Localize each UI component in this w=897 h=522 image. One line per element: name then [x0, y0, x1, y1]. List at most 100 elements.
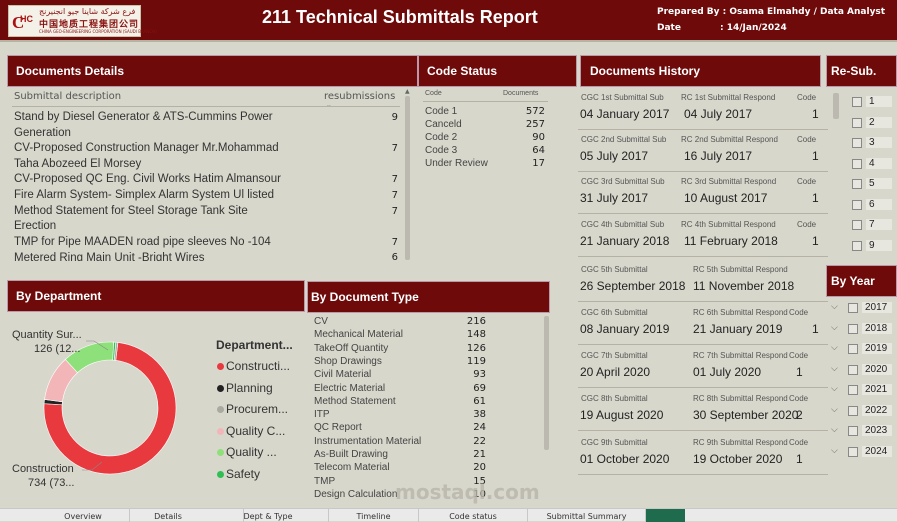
doctype-row-label[interactable]: Mechanical Material	[314, 329, 403, 340]
tab-5[interactable]: Submittal Summary	[528, 509, 646, 522]
col-submittal-description[interactable]: Submittal description	[14, 91, 121, 102]
department-donut-chart[interactable]	[40, 338, 180, 478]
code-row-label[interactable]: Code 1	[425, 106, 457, 117]
resub-checkbox[interactable]	[852, 220, 862, 230]
code-row-count: 572	[525, 106, 545, 117]
resub-checkbox[interactable]	[852, 138, 862, 148]
resub-option-label[interactable]: 1	[866, 96, 892, 107]
tab-2[interactable]: Dept & Type	[208, 509, 329, 522]
year-option-label[interactable]: 2019	[862, 343, 892, 354]
legend-item[interactable]: Quality C...	[226, 424, 285, 438]
list-item[interactable]: Stand by Diesel Generator & ATS-Cummins …	[14, 111, 273, 123]
year-checkbox[interactable]	[848, 303, 858, 313]
year-checkbox[interactable]	[848, 426, 858, 436]
chevron-down-icon[interactable]: ⌵	[831, 364, 838, 374]
page-title: 211 Technical Submittals Report	[262, 7, 538, 27]
code-row-label[interactable]: Canceld	[425, 119, 462, 130]
resub-option-label[interactable]: 2	[866, 116, 892, 128]
resub-checkbox[interactable]	[852, 158, 862, 169]
chevron-down-icon[interactable]: ⌵	[831, 425, 838, 435]
resub-checkbox[interactable]	[852, 199, 862, 210]
tab-4[interactable]: Code status	[419, 509, 528, 522]
doctype-row-label[interactable]: QC Report	[314, 422, 362, 433]
tab-active-indicator[interactable]	[646, 509, 685, 522]
history-code-value: 2	[796, 408, 803, 422]
chevron-down-icon[interactable]: ⌵	[831, 343, 838, 353]
doctype-row-label[interactable]: Instrumentation Material	[314, 436, 421, 447]
resub-option-label[interactable]: 7	[866, 219, 892, 230]
legend-swatch	[217, 406, 224, 413]
code-row-label[interactable]: Code 2	[425, 132, 457, 143]
details-scrollbar[interactable]	[405, 96, 410, 260]
doctype-row-label[interactable]: TMP	[314, 476, 335, 487]
doctype-row-label[interactable]: Telecom Material	[314, 462, 390, 473]
resub-option-label[interactable]: 3	[866, 137, 892, 148]
resub-checkbox[interactable]	[852, 240, 862, 251]
legend-item[interactable]: Constructi...	[226, 359, 290, 373]
col-resubmissions[interactable]: resubmissions	[324, 91, 395, 102]
year-checkbox[interactable]	[848, 405, 858, 416]
chevron-down-icon[interactable]: ⌵	[831, 384, 838, 394]
scroll-up-icon[interactable]: ▲	[405, 88, 410, 95]
doctype-row-label[interactable]: TakeOff Quantity	[314, 343, 388, 354]
resub-option-label[interactable]: 5	[866, 178, 892, 189]
list-item[interactable]: Metered Ring Main Unit -Bright Wires	[14, 252, 204, 261]
history-sub-date: 20 April 2020	[580, 365, 651, 379]
doctype-row-label[interactable]: Method Statement	[314, 396, 396, 407]
chevron-down-icon[interactable]: ⌵	[831, 302, 838, 312]
doctype-row-label[interactable]: Civil Material	[314, 369, 371, 380]
list-item[interactable]: Fire Alarm System- Simplex Alarm System …	[14, 189, 274, 201]
chevron-down-icon[interactable]: ⌵	[831, 405, 838, 415]
doctype-row-label[interactable]: As-Built Drawing	[314, 449, 388, 460]
resub-checkbox[interactable]	[852, 179, 862, 189]
list-item[interactable]: TMP for Pipe MAADEN road pipe sleeves No…	[14, 236, 271, 248]
doctype-scrollbar[interactable]	[544, 316, 549, 450]
resub-option-label[interactable]: 6	[866, 198, 892, 210]
legend-item[interactable]: Quality ...	[226, 445, 277, 459]
year-option-label[interactable]: 2021	[862, 384, 892, 395]
history-resp-label: RC 2nd Submittal Respond	[681, 135, 778, 144]
list-item[interactable]: Method Statement for Steel Storage Tank …	[14, 205, 248, 217]
tab-3[interactable]: Timeline	[329, 509, 419, 522]
legend-item[interactable]: Planning	[226, 381, 273, 395]
doctype-row-label[interactable]: CV	[314, 316, 328, 327]
year-checkbox[interactable]	[848, 385, 858, 395]
chevron-down-icon[interactable]: ⌵	[831, 323, 838, 333]
col-documents[interactable]: Documents	[503, 90, 538, 97]
history-resp-date: 11 February 2018	[684, 234, 778, 248]
year-option-label[interactable]: 2018	[862, 322, 892, 334]
history-scrollbar[interactable]	[833, 93, 839, 119]
resub-checkbox[interactable]	[852, 97, 862, 107]
doctype-row-label[interactable]: Electric Material	[314, 383, 385, 394]
year-checkbox[interactable]	[848, 364, 858, 375]
col-code[interactable]: Code	[425, 90, 442, 97]
year-checkbox[interactable]	[848, 323, 858, 334]
chevron-down-icon[interactable]: ⌵	[831, 446, 838, 456]
resub-option-label[interactable]: 4	[866, 157, 892, 169]
list-item[interactable]: CV-Proposed QC Eng. Civil Works Hatim Al…	[14, 173, 281, 185]
list-value: 7	[391, 190, 398, 201]
legend-item[interactable]: Safety	[226, 467, 260, 481]
doctype-row-label[interactable]: Shop Drawings	[314, 356, 382, 367]
code-row-label[interactable]: Code 3	[425, 145, 457, 156]
sort-desc-icon[interactable]: ⌄	[326, 101, 332, 109]
year-checkbox[interactable]	[848, 344, 858, 354]
year-option-label[interactable]: 2023	[862, 425, 892, 436]
legend-item[interactable]: Procurem...	[226, 402, 288, 416]
list-item[interactable]: CV-Proposed Construction Manager Mr.Moha…	[14, 142, 279, 154]
resub-option-label[interactable]: 9	[866, 239, 892, 251]
doctype-row-value: 24	[473, 422, 486, 434]
resub-checkbox[interactable]	[852, 117, 862, 128]
doctype-row-label[interactable]: ITP	[314, 409, 330, 420]
year-option-label[interactable]: 2024	[862, 445, 892, 457]
doctype-row-label[interactable]: Design Calculation	[314, 489, 397, 500]
history-sub-label: CGC 5th Submittal	[581, 265, 648, 274]
doctype-row-value: 119	[466, 355, 486, 367]
year-option-label[interactable]: 2017	[862, 302, 892, 313]
code-row-label[interactable]: Under Review	[425, 158, 488, 169]
list-item-cont: Generation	[14, 127, 71, 139]
documents-details-title: Documents Details	[7, 55, 418, 87]
year-checkbox[interactable]	[848, 446, 858, 457]
year-option-label[interactable]: 2022	[862, 404, 892, 416]
year-option-label[interactable]: 2020	[862, 363, 892, 375]
